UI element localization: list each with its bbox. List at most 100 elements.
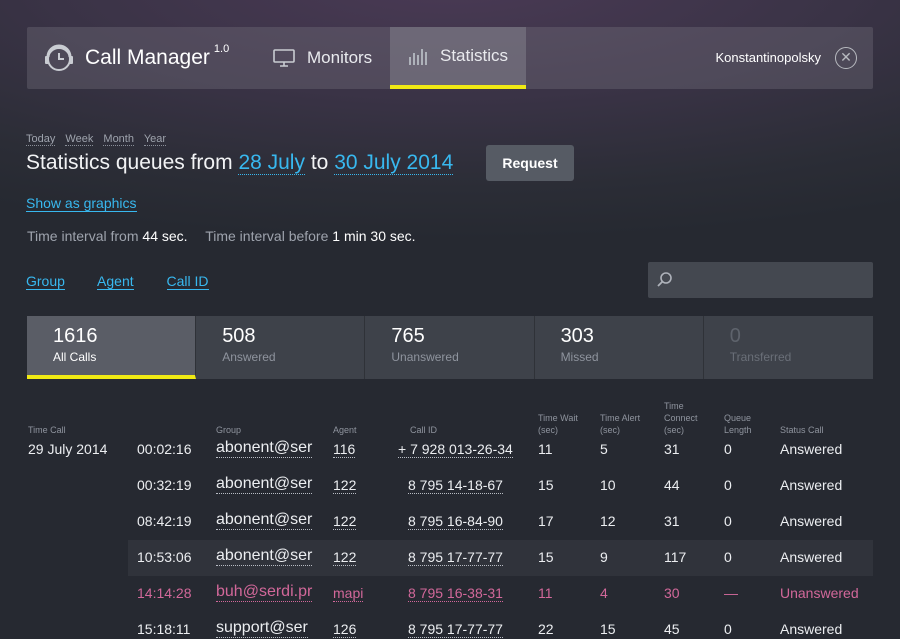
app-title-text: Call Manager <box>85 46 210 69</box>
header-line: Time Alert <box>600 413 641 423</box>
cell-alert: 15 <box>600 621 616 637</box>
table-row-highlighted[interactable]: 10:53:06 abonent@ser 122 8 795 17-77-77 … <box>0 540 900 576</box>
cell-group[interactable]: buh@serdi.pr <box>216 583 313 602</box>
stat-label: Unanswered <box>391 350 459 364</box>
stat-label: Answered <box>222 350 276 364</box>
nav-statistics-tab[interactable]: Statistics <box>390 27 526 89</box>
top-navigation-bar: Call Manager 1.0 Monitors Statistics Kons… <box>27 27 873 89</box>
interval-from-value[interactable]: 44 sec. <box>142 228 187 244</box>
cell-agent[interactable]: 122 <box>333 477 357 494</box>
cell-group[interactable]: abonent@ser <box>216 547 313 566</box>
cell-group[interactable]: abonent@ser <box>216 475 313 494</box>
date-from-picker[interactable]: 28 July <box>238 151 305 175</box>
cell-alert: 12 <box>600 513 616 529</box>
filter-call-id[interactable]: Call ID <box>166 273 209 290</box>
cell-group[interactable]: support@ser <box>216 619 308 638</box>
nav-monitors-tab[interactable]: Monitors <box>273 27 372 89</box>
header-line: Connect <box>664 413 698 423</box>
cell-wait: 22 <box>538 621 554 637</box>
show-as-graphics-link[interactable]: Show as graphics <box>26 195 137 212</box>
header-time-connect: Time Connect (sec) <box>664 400 698 436</box>
cell-status: Answered <box>780 477 843 493</box>
stat-count: 508 <box>222 325 256 347</box>
filter-agent[interactable]: Agent <box>97 273 134 290</box>
search-icon <box>657 272 672 287</box>
cell-call-id[interactable]: 8 795 17-77-77 <box>408 621 503 638</box>
table-row[interactable]: 15:18:11 support@ser 126 8 795 17-77-77 … <box>0 612 900 639</box>
search-input[interactable] <box>680 262 865 298</box>
period-month[interactable]: Month <box>103 133 134 146</box>
app-title: Call Manager 1.0 <box>85 43 230 70</box>
stat-count: 765 <box>391 325 425 347</box>
cell-connect: 31 <box>664 441 680 457</box>
cell-wait: 15 <box>538 549 554 565</box>
table-row-unanswered[interactable]: 14:14:28 buh@serdi.pr mapi 8 795 16-38-3… <box>0 576 900 612</box>
title-prefix: Statistics queues from <box>26 151 233 174</box>
cell-queue: 0 <box>724 549 732 565</box>
table-row[interactable]: 08:42:19 abonent@ser 122 8 795 16-84-90 … <box>0 504 900 540</box>
app-version: 1.0 <box>213 43 230 55</box>
cell-agent[interactable]: 122 <box>333 549 357 566</box>
cell-group[interactable]: abonent@ser <box>216 439 313 458</box>
time-interval-info: Time interval from 44 sec. Time interval… <box>27 228 416 244</box>
stat-count: 303 <box>560 325 594 347</box>
cell-call-id[interactable]: + 7 928 013-26-34 <box>398 441 513 458</box>
date-to-picker[interactable]: 30 July 2014 <box>334 151 454 175</box>
cell-time: 14:14:28 <box>137 585 192 601</box>
cell-call-id[interactable]: 8 795 14-18-67 <box>408 477 503 494</box>
monitor-icon <box>273 49 295 67</box>
cell-group[interactable]: abonent@ser <box>216 511 313 530</box>
headset-clock-icon <box>45 44 73 71</box>
logout-close-icon[interactable]: ✕ <box>835 47 857 69</box>
period-today[interactable]: Today <box>26 133 56 146</box>
cell-queue: — <box>724 585 738 601</box>
search-box <box>648 262 873 298</box>
cell-connect: 30 <box>664 585 680 601</box>
stat-all-calls[interactable]: 1616 All Calls <box>27 316 197 379</box>
table-row[interactable]: 00:02:16 abonent@ser 116 + 7 928 013-26-… <box>0 432 900 468</box>
cell-connect: 31 <box>664 513 680 529</box>
cell-queue: 0 <box>724 441 732 457</box>
stat-answered[interactable]: 508 Answered <box>196 316 366 379</box>
period-year[interactable]: Year <box>143 133 167 146</box>
cell-call-id[interactable]: 8 795 17-77-77 <box>408 549 503 566</box>
stat-missed[interactable]: 303 Missed <box>534 316 704 379</box>
header-line: Time <box>664 401 684 411</box>
nav-statistics-label: Statistics <box>440 46 509 65</box>
interval-before-value[interactable]: 1 min 30 sec. <box>332 228 415 244</box>
cell-agent[interactable]: 116 <box>333 441 356 458</box>
stat-label: Missed <box>560 350 599 364</box>
stat-count: 0 <box>729 325 741 347</box>
page-title: Statistics queues from 28 July to 30 Jul… <box>26 151 454 175</box>
cell-time: 10:53:06 <box>137 549 192 565</box>
cell-agent[interactable]: 126 <box>333 621 357 638</box>
call-stats-tabs: 1616 All Calls 508 Answered 765 Unanswer… <box>27 316 873 379</box>
cell-agent[interactable]: mapi <box>333 585 364 602</box>
cell-alert: 9 <box>600 549 608 565</box>
cell-call-id[interactable]: 8 795 16-84-90 <box>408 513 503 530</box>
cell-time: 00:32:19 <box>137 477 192 493</box>
cell-connect: 44 <box>664 477 680 493</box>
cell-time: 15:18:11 <box>137 621 191 637</box>
stat-unanswered[interactable]: 765 Unanswered <box>365 316 535 379</box>
table-row[interactable]: 00:32:19 abonent@ser 122 8 795 14-18-67 … <box>0 468 900 504</box>
cell-agent[interactable]: 122 <box>333 513 357 530</box>
cell-status: Answered <box>780 441 843 457</box>
stat-transferred[interactable]: 0 Transferred <box>703 316 873 379</box>
stat-label: All Calls <box>53 350 97 364</box>
cell-alert: 5 <box>600 441 608 457</box>
bar-chart-icon <box>409 49 427 65</box>
request-button[interactable]: Request <box>486 145 574 181</box>
cell-queue: 0 <box>724 513 732 529</box>
cell-wait: 17 <box>538 513 554 529</box>
period-selector: Today Week Month Year <box>26 133 173 146</box>
username: Konstantinopolsky <box>715 50 821 65</box>
cell-status: Answered <box>780 513 843 529</box>
period-week[interactable]: Week <box>65 133 94 146</box>
cell-status: Answered <box>780 549 843 565</box>
filter-links: Group Agent Call ID <box>26 273 238 290</box>
interval-from-label: Time interval from <box>27 228 139 244</box>
cell-alert: 4 <box>600 585 608 601</box>
cell-call-id[interactable]: 8 795 16-38-31 <box>408 585 503 602</box>
filter-group[interactable]: Group <box>26 273 65 290</box>
